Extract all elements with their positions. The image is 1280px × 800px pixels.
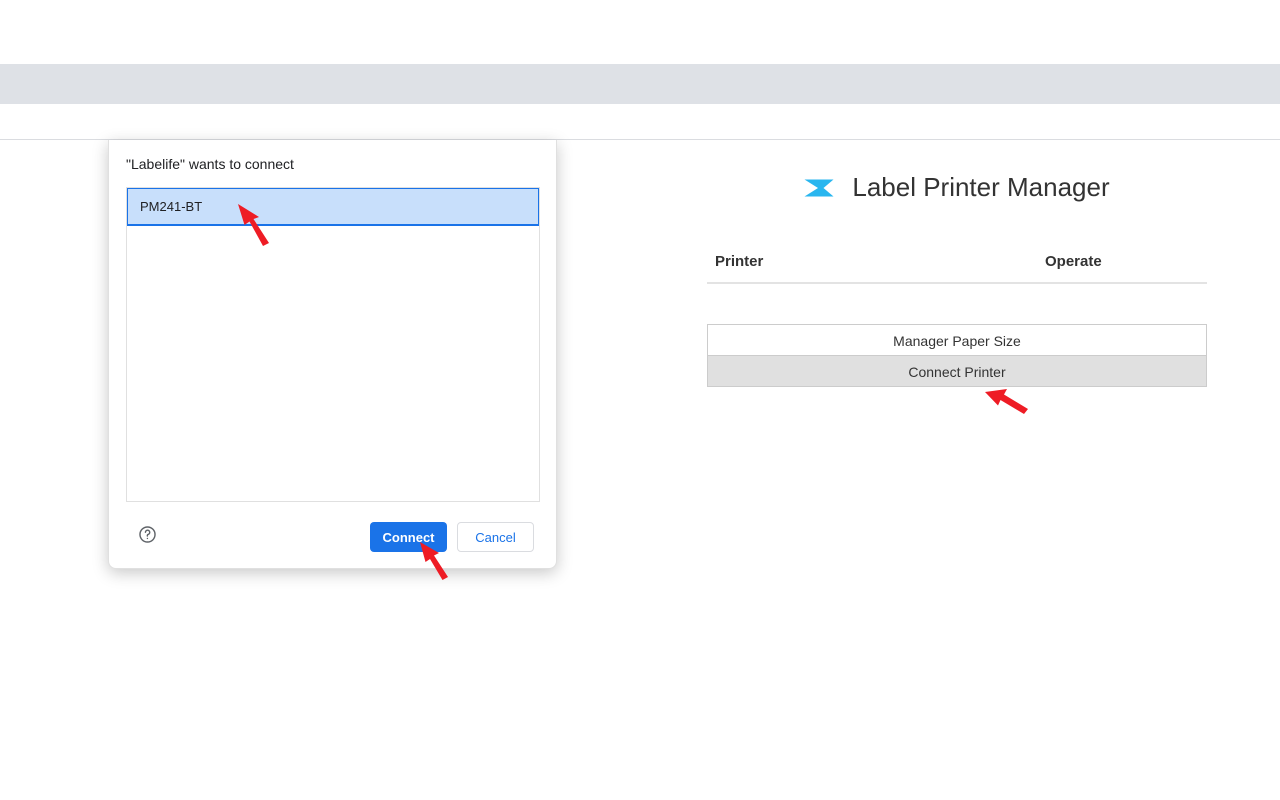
table-header-row: Printer Operate <box>707 240 1207 284</box>
help-circle-icon[interactable] <box>138 525 157 544</box>
window-titlebar <box>0 0 1280 64</box>
dialog-footer: Connect Cancel <box>109 504 556 568</box>
column-header-printer: Printer <box>715 252 764 270</box>
column-header-operate: Operate <box>1045 252 1102 270</box>
connect-button[interactable]: Connect <box>370 522 447 552</box>
cancel-button[interactable]: Cancel <box>457 522 534 552</box>
browser-toolbar: Labelife chrome-extension://gpljcphnbjmf… <box>0 104 1280 239</box>
bluetooth-device-chooser-dialog: "Labelife" wants to connect PM241-BT Con… <box>108 140 557 569</box>
table-body: Manager Paper Size Connect Printer <box>707 284 1207 387</box>
bluetooth-device-list[interactable]: PM241-BT <box>126 187 540 502</box>
browser-chrome: chrome-extension://gpljcphnbjm <box>0 0 1280 239</box>
device-list-item[interactable]: PM241-BT <box>127 188 539 226</box>
connect-printer-button[interactable]: Connect Printer <box>707 355 1207 387</box>
screen: chrome-extension://gpljcphnbjm <box>0 0 1280 800</box>
manager-paper-size-button[interactable]: Manager Paper Size <box>707 324 1207 356</box>
dialog-title: "Labelife" wants to connect <box>126 156 294 172</box>
tab-strip: chrome-extension://gpljcphnbjm <box>0 64 1280 168</box>
labelife-flag-icon <box>804 177 834 199</box>
printer-table: Printer Operate Manager Paper Size Conne… <box>707 240 1207 387</box>
app-header: Label Printer Manager <box>707 172 1207 203</box>
page-title: Label Printer Manager <box>852 172 1110 202</box>
